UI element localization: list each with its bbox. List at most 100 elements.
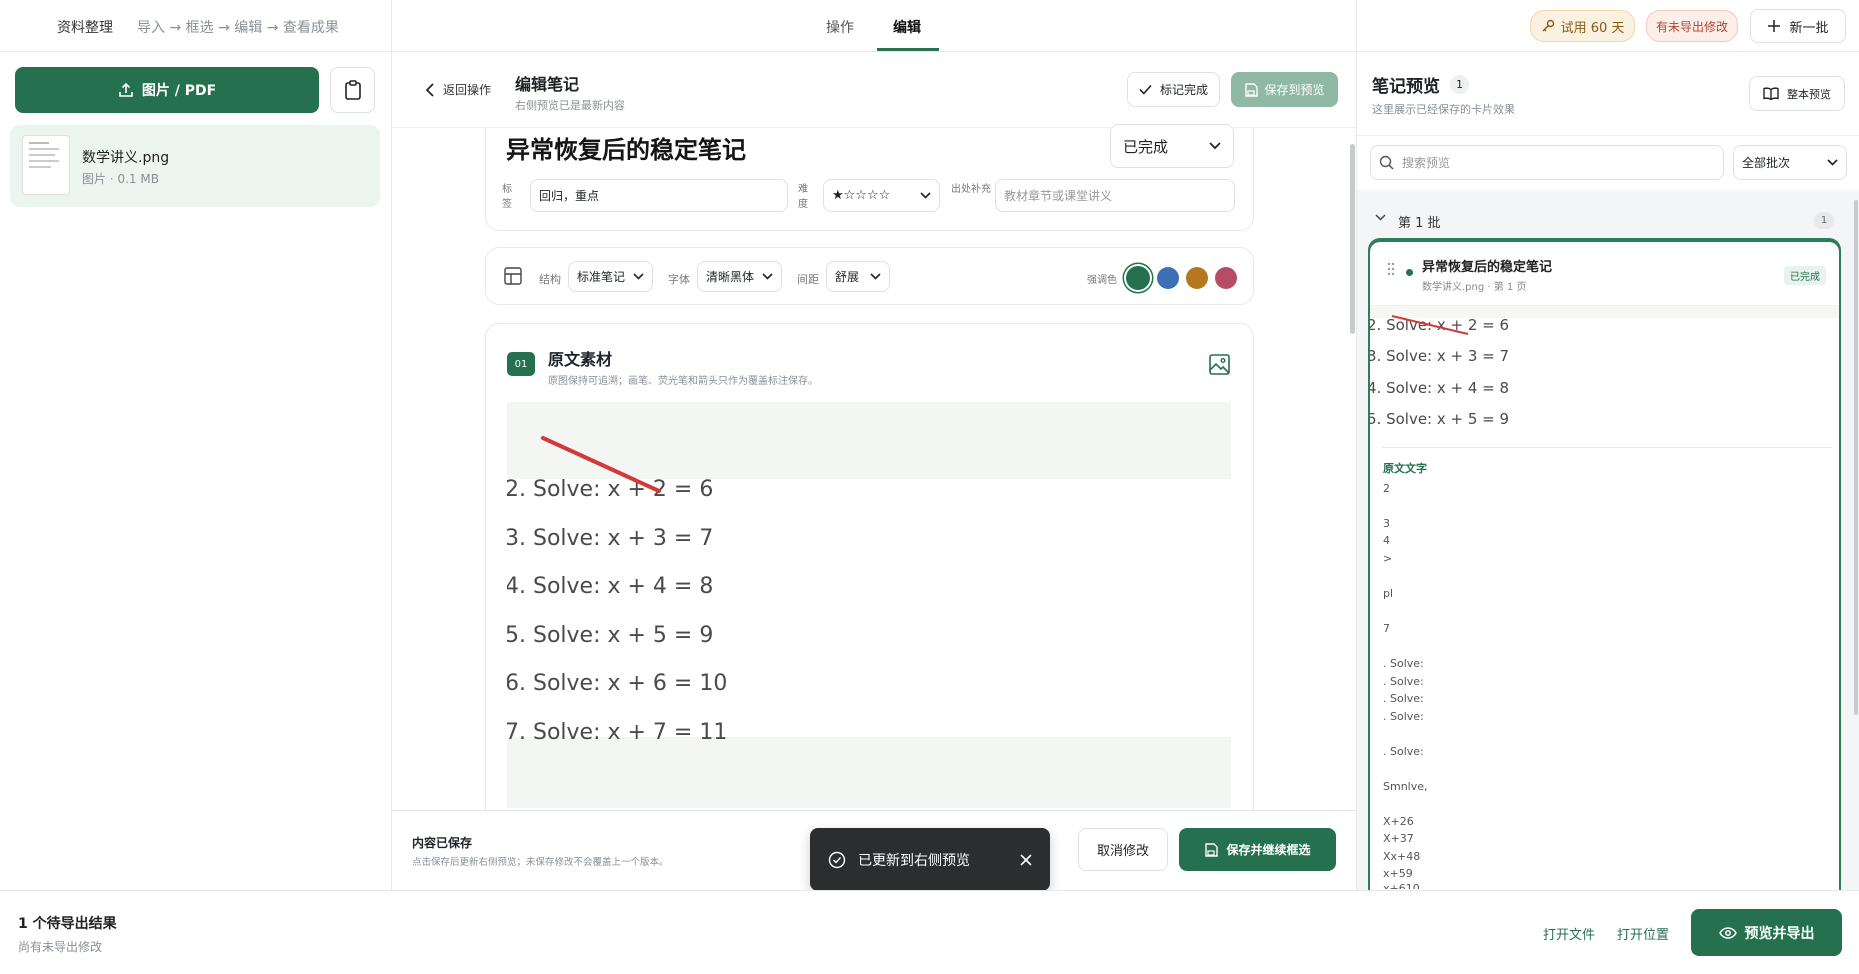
batch-filter-select[interactable]: 全部批次 [1733, 145, 1847, 180]
file-thumbnail [22, 135, 70, 195]
font-label: 字体 [668, 273, 690, 286]
open-location-link[interactable]: 打开位置 [1617, 924, 1669, 943]
save-to-preview-label: 保存到预览 [1264, 83, 1325, 97]
ocr-line: X+37 [1383, 832, 1414, 845]
spacing-label: 间距 [797, 273, 819, 286]
batch-label[interactable]: 第 1 批 [1398, 212, 1441, 231]
save-continue-button[interactable]: 保存并继续框选 [1179, 828, 1336, 871]
image-icon[interactable] [1209, 354, 1230, 375]
chevron-down-icon[interactable] [1375, 214, 1386, 221]
accent-swatch-rose[interactable] [1215, 267, 1237, 289]
spacing-value: 舒展 [835, 270, 860, 284]
preview-header-divider [1357, 135, 1859, 136]
active-tab-indicator [877, 48, 939, 51]
status-value: 已完成 [1123, 137, 1169, 156]
tab-operate[interactable]: 操作 [826, 17, 854, 37]
ocr-line: pl [1383, 587, 1394, 600]
book-preview-label: 整本预览 [1787, 87, 1831, 101]
preview-search[interactable]: 搜索预览 [1370, 145, 1724, 180]
section-description: 原图保持可追溯；画笔、荧光笔和箭头只作为覆盖标注保存。 [548, 376, 818, 387]
chevron-down-icon [870, 273, 881, 280]
source-input[interactable]: 教材章节或课堂讲义 [995, 179, 1235, 212]
status-select[interactable]: 已完成 [1110, 124, 1234, 168]
font-select[interactable]: 清晰黑体 [697, 261, 782, 292]
chevron-down-icon [633, 273, 644, 280]
ocr-line: 3 [1383, 517, 1390, 530]
unsaved-badge[interactable]: 有未导出修改 [1646, 10, 1738, 42]
preview-scrollbar[interactable] [1854, 200, 1858, 715]
eye-icon [1718, 926, 1737, 939]
ocr-line: x+59 [1383, 867, 1413, 880]
chevron-down-icon [920, 192, 931, 199]
accent-label: 强调色 [1087, 275, 1117, 286]
spacing-select[interactable]: 舒展 [826, 261, 890, 292]
ocr-line: . Solve: [1383, 692, 1424, 705]
upload-button[interactable]: 图片 / PDF [15, 67, 319, 113]
difficulty-select[interactable]: ★☆☆☆☆ [823, 179, 940, 212]
editor-scrollbar[interactable] [1350, 144, 1355, 334]
new-batch-button[interactable]: 新一批 [1750, 9, 1846, 43]
source-image[interactable]: 2. Solve: x + 2 = 6 3. Solve: x + 3 = 7 … [507, 402, 1231, 808]
tags-label: 标签 [502, 184, 512, 210]
saved-description: 点击保存后更新右侧预览；未保存修改不会覆盖上一个版本。 [412, 857, 669, 868]
clipboard-icon [344, 80, 362, 100]
save-to-preview-button[interactable]: 保存到预览 [1231, 72, 1338, 107]
difficulty-value: ★☆☆☆☆ [832, 188, 891, 203]
accent-swatch-blue[interactable] [1157, 267, 1179, 289]
pen-annotation[interactable] [507, 402, 1231, 808]
ocr-line: 2 [1383, 482, 1390, 495]
ocr-line: X+26 [1383, 815, 1414, 828]
app-title: 资料整理 [57, 20, 113, 36]
tab-edit[interactable]: 编辑 [893, 17, 921, 37]
preview-count: 1 [1450, 75, 1469, 94]
batch-filter-value: 全部批次 [1742, 156, 1791, 170]
source-label: 出处补充 [951, 184, 991, 195]
ocr-line: Xx+48 [1383, 850, 1421, 863]
chevron-down-icon [1827, 159, 1838, 166]
ocr-line: 4 [1383, 534, 1390, 547]
ocr-line: . Solve: [1383, 710, 1424, 723]
saved-title: 内容已保存 [412, 836, 473, 850]
back-button[interactable]: 返回操作 [425, 81, 491, 98]
layout-icon [504, 267, 522, 285]
trial-badge[interactable]: 试用 60 天 [1530, 10, 1635, 42]
book-icon [1763, 87, 1779, 100]
close-icon[interactable] [1020, 853, 1032, 866]
open-file-link[interactable]: 打开文件 [1543, 924, 1595, 943]
preview-card[interactable]: 异常恢复后的稳定笔记 数学讲义.png · 第 1 页 已完成 2. Solve… [1368, 240, 1841, 900]
accent-swatch-green[interactable] [1126, 266, 1150, 290]
preview-export-label: 预览并导出 [1744, 925, 1815, 942]
cancel-button[interactable]: 取消修改 [1078, 828, 1168, 871]
difficulty-label: 难度 [798, 184, 808, 210]
ocr-line: 7 [1383, 622, 1390, 635]
key-icon [1541, 19, 1555, 33]
ocr-line: . Solve: [1383, 745, 1424, 758]
preview-export-button[interactable]: 预览并导出 [1691, 909, 1842, 956]
batch-count: 1 [1814, 212, 1834, 229]
file-name: 数学讲义.png [82, 150, 170, 166]
check-circle-icon [828, 851, 846, 869]
preview-subtitle: 这里展示已经保存的卡片效果 [1372, 103, 1515, 116]
paste-button[interactable] [330, 67, 375, 113]
save-icon [1244, 82, 1259, 97]
card-pen-annotation [1391, 315, 1469, 335]
workflow-steps: 导入 → 框选 → 编辑 → 查看成果 [137, 20, 339, 36]
accent-swatch-amber[interactable] [1186, 267, 1208, 289]
back-label: 返回操作 [443, 83, 492, 97]
mark-done-button[interactable]: 标记完成 [1127, 72, 1220, 107]
new-batch-label: 新一批 [1789, 20, 1829, 36]
ocr-line: Smnlve, [1383, 780, 1428, 793]
mark-done-label: 标记完成 [1159, 83, 1208, 97]
book-preview-button[interactable]: 整本预览 [1749, 76, 1845, 111]
save-continue-label: 保存并继续框选 [1226, 843, 1311, 857]
font-value: 清晰黑体 [706, 270, 755, 284]
note-title-input[interactable]: 异常恢复后的稳定笔记 [506, 130, 746, 165]
chevron-down-icon [1209, 142, 1221, 150]
structure-select[interactable]: 标准笔记 [568, 261, 653, 292]
section-number: 01 [507, 352, 535, 376]
preview-title: 笔记预览 [1372, 77, 1440, 97]
structure-value: 标准笔记 [577, 270, 626, 284]
left-divider [391, 0, 392, 890]
tags-input[interactable]: 回归，重点 [530, 179, 788, 212]
ocr-line: . Solve: [1383, 675, 1424, 688]
